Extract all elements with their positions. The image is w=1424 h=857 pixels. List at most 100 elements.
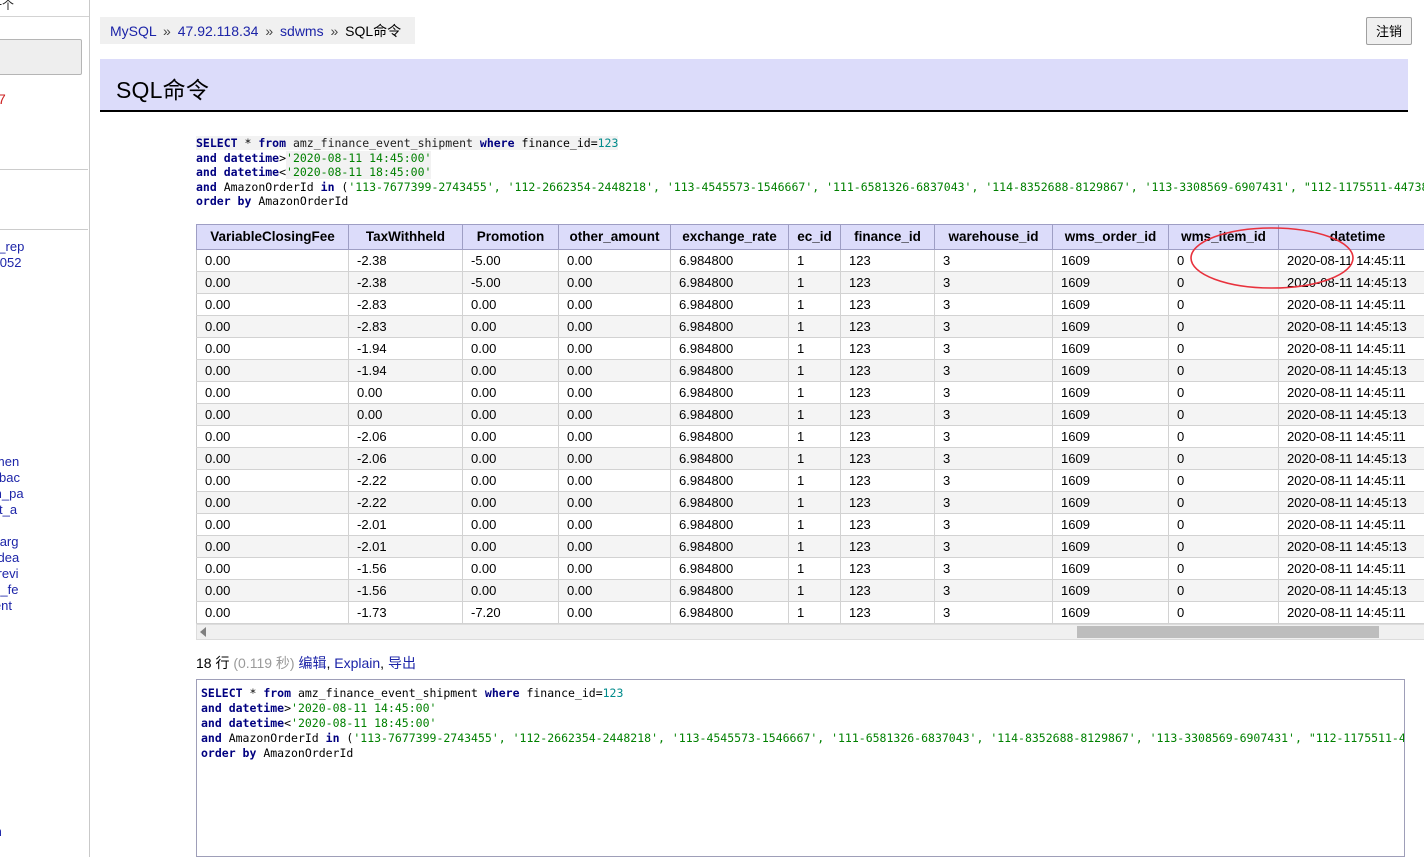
table-row[interactable]: 0.00 -2.06 0.00 0.00 6.984800 1 123 3 1609 0 2020-…: [196, 425, 1424, 448]
table-row[interactable]: 0.00 -2.38 -5.00 0.00 6.984800 1 123 3 1609 0 2020…: [196, 271, 1424, 294]
column-header[interactable]: exchange_rate: [670, 224, 789, 250]
sql-keyword-where: where: [479, 136, 515, 150]
table-cell: 0.00: [462, 579, 559, 602]
sql-column-amazonorderid: AmazonOrderId: [216, 179, 321, 194]
table-cell: 0.00: [196, 491, 349, 514]
column-header[interactable]: datetime: [1278, 224, 1424, 250]
sidebar-table-link[interactable]: _coupon_pa: [0, 486, 24, 502]
explain-link[interactable]: Explain: [334, 655, 380, 671]
table-row[interactable]: 0.00 -1.56 0.00 0.00 6.984800 1 123 3 1609 0 2020-…: [196, 579, 1424, 602]
status-comma-2: ,: [380, 655, 385, 671]
column-header[interactable]: wms_order_id: [1052, 224, 1169, 250]
editor-star: *: [242, 686, 264, 700]
table-cell: 1: [788, 491, 841, 514]
table-cell: 0.00: [462, 425, 559, 448]
column-header[interactable]: Promotion: [462, 224, 559, 250]
table-row[interactable]: 0.00 -2.01 0.00 0.00 6.984800 1 123 3 1609 0 2020-…: [196, 513, 1424, 536]
table-row[interactable]: 0.00 -2.83 0.00 0.00 6.984800 1 123 3 1609 0 2020-…: [196, 293, 1424, 316]
table-row[interactable]: 0.00 -2.01 0.00 0.00 6.984800 1 123 3 1609 0 2020-…: [196, 535, 1424, 558]
column-header[interactable]: VariableClosingFee: [196, 224, 349, 250]
breadcrumb-server[interactable]: 47.92.118.34: [178, 23, 259, 39]
table-cell: 0.00: [462, 447, 559, 470]
table-row[interactable]: 0.00 -2.38 -5.00 0.00 6.984800 1 123 3 1609 0 2020…: [196, 249, 1424, 272]
table-cell: 1: [788, 513, 841, 536]
breadcrumb-separator-3: »: [330, 23, 339, 39]
table-row[interactable]: 0.00 -1.94 0.00 0.00 6.984800 1 123 3 1609 0 2020-…: [196, 337, 1424, 360]
browser-tab-label[interactable]: 上一个: [0, 0, 14, 13]
table-row[interactable]: 0.00 0.00 0.00 0.00 6.984800 1 123 3 1609 0 2020-0…: [196, 403, 1424, 426]
table-cell: 2020-08-11 14:45:11: [1278, 337, 1424, 360]
sql-query-editor[interactable]: SELECT * from amz_finance_event_shipment…: [196, 679, 1405, 857]
column-header[interactable]: finance_id: [840, 224, 935, 250]
scrollbar-thumb[interactable]: [1077, 626, 1379, 638]
sidebar-table-link[interactable]: _seller_revi: [0, 566, 18, 582]
table-cell: 123: [840, 249, 935, 272]
table-cell: 123: [840, 359, 935, 382]
table-row[interactable]: 0.00 -2.22 0.00 0.00 6.984800 1 123 3 1609 0 2020-…: [196, 469, 1424, 492]
table-cell: 2020-08-11 14:45:13: [1278, 491, 1424, 514]
sidebar-table-link[interactable]: ent_item: [0, 824, 2, 840]
column-header[interactable]: other_amount: [558, 224, 671, 250]
table-cell: 0.00: [462, 491, 559, 514]
sidebar-table-link[interactable]: _seller_dea: [0, 550, 19, 566]
sidebar-search-box[interactable]: [0, 39, 82, 75]
table-cell: 3: [934, 403, 1053, 426]
sql-value-finance-id: 123: [597, 136, 619, 150]
sidebar-table-link[interactable]: _retrocharg: [0, 534, 18, 550]
table-cell: 1: [788, 403, 841, 426]
table-cell: 0: [1168, 513, 1279, 536]
export-link[interactable]: 导出: [388, 655, 416, 671]
table-row[interactable]: 0.00 0.00 0.00 0.00 6.984800 1 123 3 1609 0 2020-0…: [196, 381, 1424, 404]
sidebar-table-link[interactable]: _product_a: [0, 502, 17, 518]
table-row[interactable]: 0.00 -2.22 0.00 0.00 6.984800 1 123 3 1609 0 2020-…: [196, 491, 1424, 514]
table-cell: 0.00: [196, 403, 349, 426]
table-cell: -2.83: [348, 293, 463, 316]
scroll-left-arrow-icon[interactable]: [200, 627, 206, 637]
edit-link[interactable]: 编辑: [298, 655, 326, 671]
column-header[interactable]: ec_id: [788, 224, 841, 250]
editor-operator-gt: >: [284, 701, 292, 715]
breadcrumb-root[interactable]: MySQL: [110, 23, 156, 39]
sql-operator-lt: <: [279, 165, 287, 180]
table-row[interactable]: 0.00 -2.83 0.00 0.00 6.984800 1 123 3 1609 0 2020-…: [196, 315, 1424, 338]
table-row[interactable]: 0.00 -2.06 0.00 0.00 6.984800 1 123 3 1609 0 2020-…: [196, 447, 1424, 470]
editor-paren-open: (: [339, 731, 354, 745]
table-row[interactable]: 0.00 -1.56 0.00 0.00 6.984800 1 123 3 1609 0 2020-…: [196, 557, 1424, 580]
breadcrumb-database[interactable]: sdwms: [280, 23, 324, 39]
table-row[interactable]: 0.00-1.73-7.200.006.98480011233160902020…: [196, 601, 1424, 624]
table-cell: 0: [1168, 447, 1279, 470]
table-cell: 0.00: [558, 271, 671, 294]
column-header[interactable]: TaxWithheld: [348, 224, 463, 250]
table-cell: 0.00: [196, 271, 349, 294]
table-cell: 0.00: [196, 447, 349, 470]
table-cell: 6.984800: [670, 557, 789, 580]
sidebar-table-link[interactable]: _service_fe: [0, 582, 18, 598]
sidebar-table-link[interactable]: _shipment: [0, 598, 12, 614]
table-row[interactable]: 0.00 -1.94 0.00 0.00 6.984800 1 123 3 1609 0 2020-…: [196, 359, 1424, 382]
editor-cond-datetime-lt-kw: and datetime: [201, 716, 285, 730]
table-cell: 0.00: [558, 601, 671, 624]
table-cell: 0: [1168, 337, 1279, 360]
editor-cond-datetime-gt-kw: and datetime: [201, 701, 285, 715]
sidebar-table-link[interactable]: _chargebac: [0, 470, 20, 486]
editor-keyword-select: SELECT: [201, 686, 243, 700]
table-cell: 0.00: [196, 535, 349, 558]
table-cell: 6.984800: [670, 579, 789, 602]
table-cell: -2.22: [348, 491, 463, 514]
sidebar-link[interactable]: _detail_rep: [0, 239, 24, 255]
table-cell: 0.00: [196, 557, 349, 580]
breadcrumb-separator-1: »: [163, 23, 171, 39]
results-horizontal-scrollbar[interactable]: [196, 624, 1424, 640]
sidebar-link[interactable]: _date_052: [0, 255, 21, 271]
column-header[interactable]: warehouse_id: [934, 224, 1053, 250]
table-cell: -5.00: [462, 271, 559, 294]
table-cell: 2020-08-11 14:45:13: [1278, 403, 1424, 426]
sidebar-table-link[interactable]: _adjustmen: [0, 454, 19, 470]
table-cell: 3: [934, 535, 1053, 558]
table-cell: 0.00: [196, 293, 349, 316]
table-cell: 1609: [1052, 315, 1169, 338]
logout-button[interactable]: 注销: [1365, 17, 1412, 45]
table-cell: 0.00: [462, 513, 559, 536]
table-cell: 0.00: [558, 425, 671, 448]
column-header[interactable]: wms_item_id: [1168, 224, 1279, 250]
